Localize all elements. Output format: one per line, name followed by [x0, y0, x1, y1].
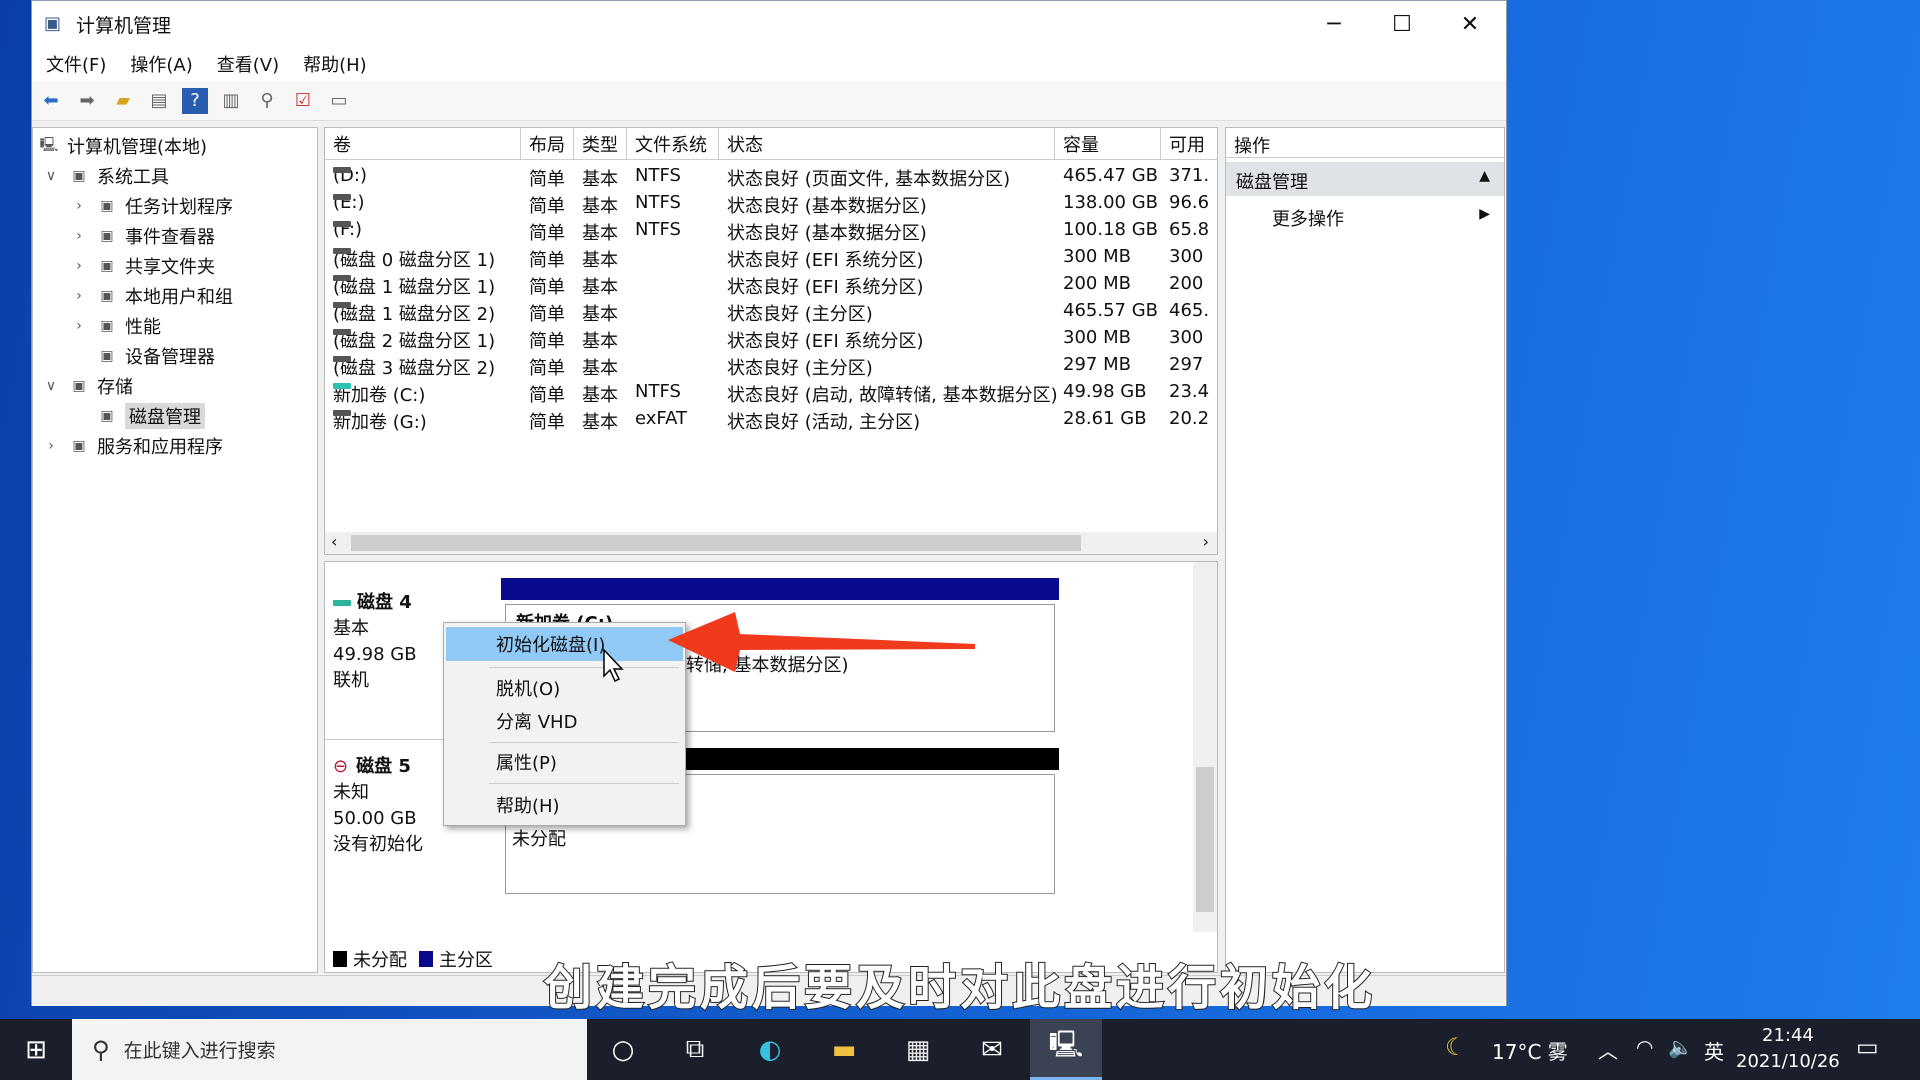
show-hidden-icons[interactable]: ︿: [1598, 1035, 1618, 1064]
mouse-cursor-icon: [604, 650, 622, 681]
weather-text[interactable]: 17°C 雾: [1492, 1036, 1568, 1065]
weather-icon: ☾: [1445, 1033, 1467, 1061]
clock-time[interactable]: 21:44: [1762, 1025, 1814, 1046]
task-view-icon[interactable]: ⧉: [659, 1019, 731, 1080]
edge-icon[interactable]: ◐: [734, 1019, 806, 1080]
file-explorer-icon[interactable]: ▬: [808, 1019, 880, 1080]
taskbar: ⊞ ⚲ 在此键入进行搜索 ○ ⧉ ◐ ▬ ▦ ✉ 🖳 ☾ 17°C 雾 ︿ ◠ 🔈…: [0, 1019, 1920, 1080]
start-button[interactable]: ⊞: [0, 1019, 72, 1080]
ime-indicator[interactable]: 英: [1704, 1036, 1724, 1065]
clock-date[interactable]: 2021/10/26: [1736, 1051, 1840, 1072]
video-subtitle: 创建完成后要及时对此盘进行初始化: [0, 948, 1920, 1018]
annotation-arrow: [0, 0, 1920, 1080]
network-icon[interactable]: ◠: [1636, 1035, 1653, 1059]
search-icon: ⚲: [92, 1036, 110, 1064]
cortana-icon[interactable]: ○: [587, 1019, 659, 1080]
mail-icon[interactable]: ✉: [956, 1019, 1028, 1080]
volume-icon[interactable]: 🔈: [1668, 1035, 1693, 1059]
notification-icon[interactable]: ▭: [1856, 1033, 1879, 1061]
search-placeholder: 在此键入进行搜索: [124, 1036, 276, 1063]
taskbar-search[interactable]: ⚲ 在此键入进行搜索: [72, 1019, 587, 1080]
store-icon[interactable]: ▦: [882, 1019, 954, 1080]
computer-management-taskbar-icon[interactable]: 🖳: [1030, 1019, 1102, 1080]
